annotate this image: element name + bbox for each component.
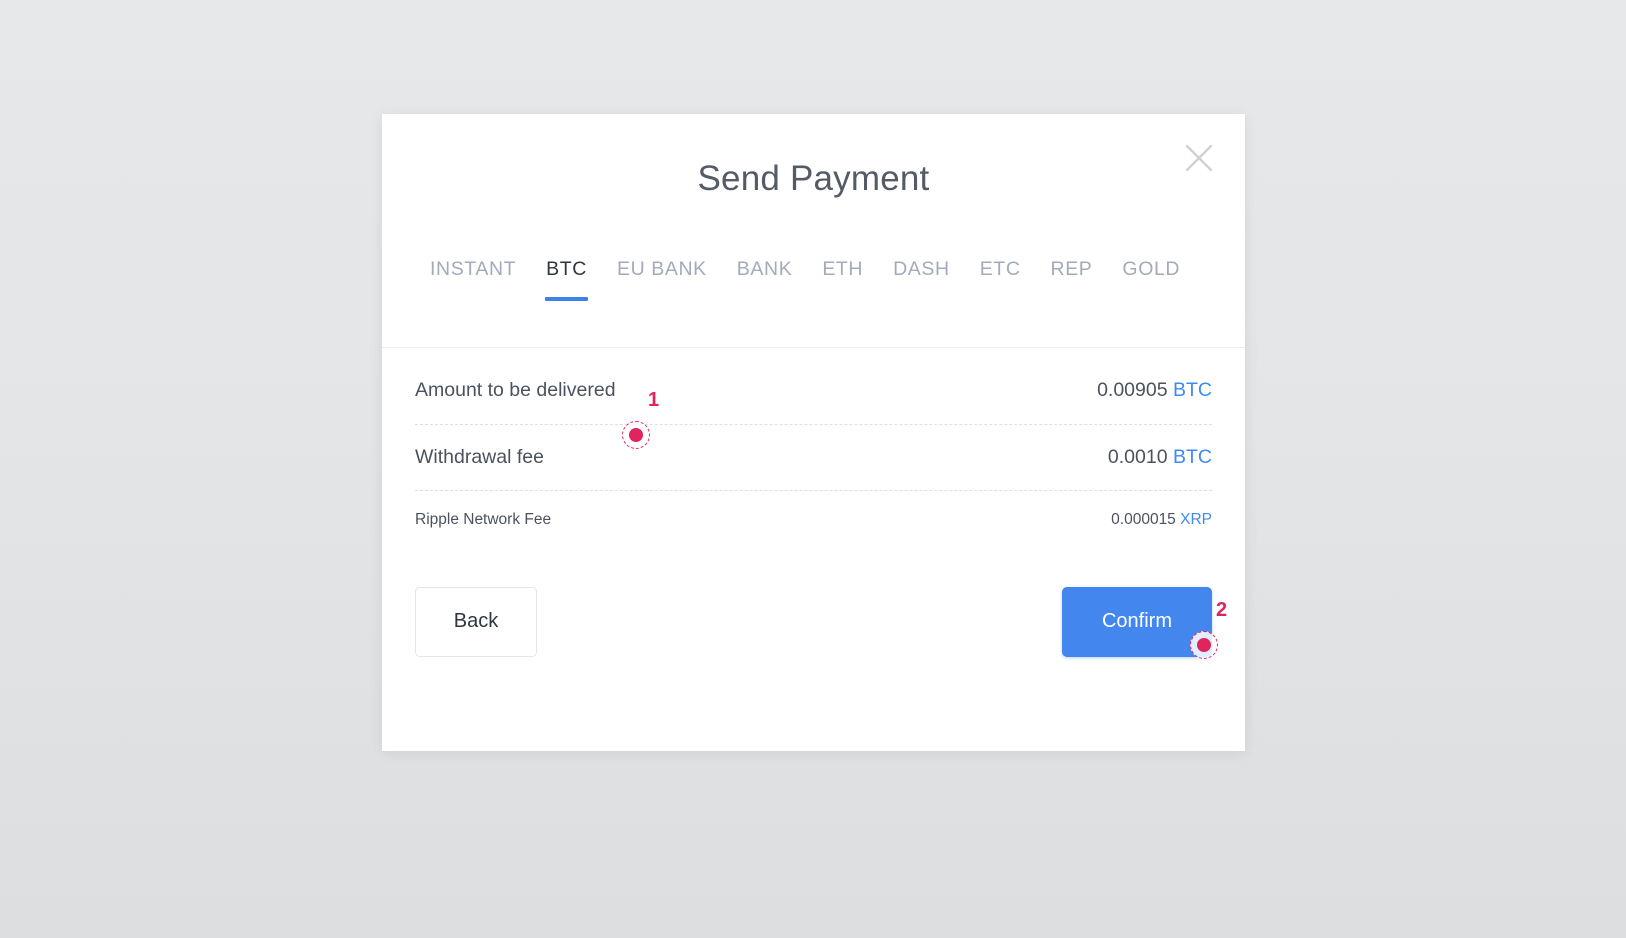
ripple-network-fee-label: Ripple Network Fee <box>415 511 552 528</box>
tab-bank[interactable]: BANK <box>722 259 808 301</box>
tab-eth[interactable]: ETH <box>807 259 878 301</box>
tab-btc[interactable]: BTC <box>531 259 602 301</box>
amount-to-be-delivered-row: Amount to be delivered 0.00905 BTC <box>415 358 1212 424</box>
tab-etc[interactable]: ETC <box>965 259 1036 301</box>
tabs-divider <box>382 347 1245 348</box>
amount-to-be-delivered-value: 0.00905 BTC <box>1097 379 1212 402</box>
tab-instant[interactable]: INSTANT <box>415 259 531 301</box>
close-icon[interactable] <box>1175 134 1223 182</box>
send-payment-dialog: Send Payment INSTANT BTC EU BANK BANK ET… <box>382 114 1245 751</box>
page-title: Send Payment <box>697 159 930 198</box>
amount-to-be-delivered-amount: 0.00905 <box>1097 379 1168 401</box>
ripple-network-fee-value: 0.000015 XRP <box>1111 511 1212 529</box>
withdrawal-fee-label: Withdrawal fee <box>415 445 544 468</box>
ripple-network-fee-row: Ripple Network Fee 0.000015 XRP <box>415 489 1212 550</box>
tab-gold[interactable]: GOLD <box>1107 259 1195 301</box>
withdrawal-fee-row: Withdrawal fee 0.0010 BTC <box>415 423 1212 490</box>
withdrawal-fee-value: 0.0010 BTC <box>1108 446 1212 469</box>
tab-rep[interactable]: REP <box>1036 259 1108 301</box>
payment-method-tabs: INSTANT BTC EU BANK BANK ETH DASH ETC RE… <box>382 259 1245 301</box>
withdrawal-fee-currency: BTC <box>1173 445 1212 468</box>
ripple-network-fee-currency: XRP <box>1180 511 1212 528</box>
tab-dash[interactable]: DASH <box>878 259 965 301</box>
amount-to-be-delivered-label: Amount to be delivered <box>415 379 616 401</box>
dialog-footer: Back Confirm <box>415 586 1212 657</box>
back-button[interactable]: Back <box>415 586 537 657</box>
amount-to-be-delivered-currency: BTC <box>1173 379 1212 401</box>
tab-eu-bank[interactable]: EU BANK <box>602 259 722 301</box>
payment-summary-list: Amount to be delivered 0.00905 BTC Withd… <box>415 301 1212 550</box>
confirm-button[interactable]: Confirm <box>1062 586 1212 657</box>
ripple-network-fee-amount: 0.000015 <box>1111 511 1176 528</box>
withdrawal-fee-amount: 0.0010 <box>1107 445 1168 468</box>
